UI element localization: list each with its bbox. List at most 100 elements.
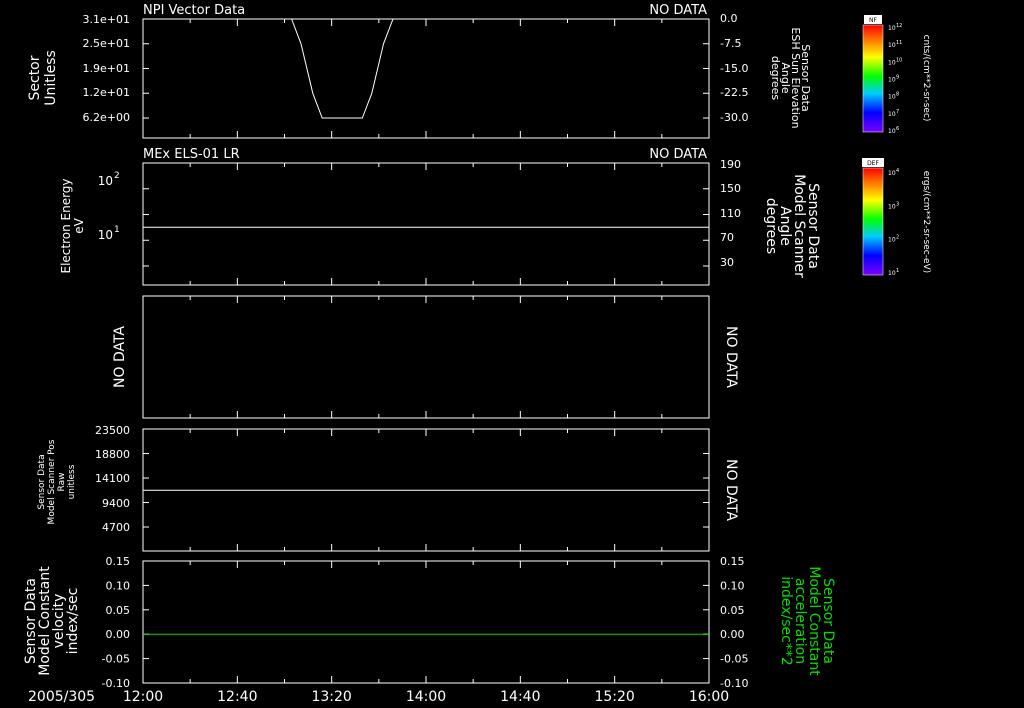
y-tick-label: 3.1e+01 <box>83 13 130 26</box>
y2-tick-label: 110 <box>720 207 741 220</box>
date-label: 2005/305 <box>28 689 95 705</box>
colorbar-tick-base: 10 <box>888 111 896 118</box>
x-tick-label: 13:20 <box>311 689 351 705</box>
y2-axis-label: Sensor Data Model Constant acceleration … <box>778 566 836 676</box>
y-tick-label: 0.15 <box>106 555 131 568</box>
y-tick-label: 14100 <box>95 472 130 485</box>
colorbar-tick-base: 10 <box>888 270 896 277</box>
panel-empty: NO DATA NO DATA <box>112 295 739 419</box>
svg-text:eV: eV <box>72 217 86 233</box>
svg-text:Electron Energy: Electron Energy <box>59 178 73 273</box>
svg-text:index/sec: index/sec <box>65 588 81 655</box>
svg-text:Model Scanner Pos: Model Scanner Pos <box>47 439 57 524</box>
no-data-label: NO DATA <box>723 326 739 388</box>
y2-tick-label: -7.5 <box>720 37 741 50</box>
y-tick-label: 10 <box>98 174 113 188</box>
x-tick-label: 15:20 <box>594 689 634 705</box>
y-axis-right: 190 150 110 70 30 <box>720 158 741 269</box>
y2-tick-label: 190 <box>720 158 741 171</box>
y2-tick-label: 0.0 <box>720 12 738 25</box>
y-axis-right: 0.0 -7.5 -15.0 -22.5 -30.0 <box>720 12 748 124</box>
colorbar <box>862 24 884 133</box>
plot-frame <box>142 295 710 419</box>
svg-text:unitless: unitless <box>67 464 77 499</box>
panel-scanner-pos: 23500 18800 14100 9400 4700 Sensor Data … <box>37 424 739 552</box>
x-tick-label: 14:00 <box>406 689 446 705</box>
colorbar-tick-base: 10 <box>888 237 896 244</box>
y-axis-left: 3.1e+01 2.5e+01 1.9e+01 1.2e+01 6.2e+00 <box>83 13 130 124</box>
colorbar-tick-exp: 12 <box>896 23 902 29</box>
x-tick-label: 12:40 <box>217 689 257 705</box>
y-tick-label: 0.05 <box>106 604 131 617</box>
colorbar-tick-base: 10 <box>888 128 896 135</box>
no-data-label: NO DATA <box>112 326 128 388</box>
y-tick-label: 1.2e+01 <box>83 86 130 99</box>
colorbar-tick-base: 10 <box>888 94 896 101</box>
colorbar-tick-exp: 7 <box>896 109 899 115</box>
panel-model-constant: 0.150.100.050.00-0.05-0.10 0.150.100.050… <box>23 555 836 690</box>
y-axis-label: Electron Energy eV <box>59 178 86 273</box>
y-axis-left: 23500 18800 14100 9400 4700 <box>95 424 130 534</box>
y-axis-label: Sector Unitless <box>27 50 59 106</box>
axis-ticks <box>142 296 710 418</box>
colorbar-tag: NF <box>869 17 877 24</box>
y-axis-label: Sensor Data Model Constant velocity inde… <box>23 566 81 676</box>
no-data-label: NO DATA <box>649 147 707 162</box>
colorbar-tick-base: 10 <box>888 77 896 84</box>
y2-tick-label: 0.10 <box>720 579 745 592</box>
colorbar-tick-base: 10 <box>888 25 896 32</box>
colorbar-tick-base: 10 <box>888 42 896 49</box>
colorbar-tick-exp: 11 <box>896 40 902 46</box>
x-tick-label: 14:40 <box>500 689 540 705</box>
panel-title: NPI Vector Data <box>143 3 245 18</box>
y-tick-label: -0.05 <box>102 653 130 666</box>
y-tick-label: 10 <box>98 228 113 242</box>
y-tick-label: 2.5e+01 <box>83 37 130 50</box>
colorbar-tag: DEF <box>867 160 879 167</box>
colorbar-units: ergs/(cm**2-sr-sec-eV) <box>921 171 931 273</box>
plot-frame <box>142 162 710 286</box>
colorbar-def: DEF 10 410 310 210 1 ergs/(cm**2-sr-sec-eV) <box>862 158 931 277</box>
svg-text:Sector: Sector <box>27 55 43 100</box>
svg-text:Unitless: Unitless <box>43 50 59 106</box>
x-tick-label: 12:00 <box>123 689 163 705</box>
y2-tick-label: 0.15 <box>720 555 745 568</box>
y-axis-left: 10 2 10 1 <box>98 171 120 242</box>
colorbar-tick-exp: 1 <box>896 268 899 274</box>
plot-frame <box>142 560 710 684</box>
y-tick-exponent: 2 <box>114 171 120 181</box>
axis-ticks <box>142 162 710 285</box>
svg-text:degrees: degrees <box>769 56 782 101</box>
colorbar-tick-exp: 6 <box>896 126 899 132</box>
y2-tick-label: 70 <box>720 231 734 244</box>
colorbar-tick-exp: 9 <box>896 75 899 81</box>
y-axis-left: 0.150.100.050.00-0.05-0.10 <box>102 555 130 690</box>
data-line <box>291 18 394 119</box>
colorbar-units: cnts/(cm**2-sr-sec) <box>921 35 931 122</box>
y2-axis-label: Sensor Data Model Scanner Angle degrees <box>763 174 821 278</box>
y2-tick-label: 150 <box>720 182 741 195</box>
y-tick-label: 4700 <box>102 521 130 534</box>
colorbar-tick-base: 10 <box>888 170 896 177</box>
figure: NPI Vector Data NO DATA 3.1e+01 2.5e+01 … <box>23 3 931 705</box>
colorbar-ticks: 10 410 310 210 1 <box>888 168 899 277</box>
y-axis-label: Sensor Data Model Scanner Pos Raw unitle… <box>37 439 77 524</box>
x-tick-labels: 12:00 12:40 13:20 14:00 14:40 15:20 16:00 <box>123 689 729 705</box>
y2-tick-label: 0.00 <box>720 628 745 641</box>
x-tick-label: 16:00 <box>689 689 729 705</box>
y-tick-label: 9400 <box>102 497 130 510</box>
time-axis: 2005/305 12:00 12:40 13:20 14:00 14:40 15:20 1… <box>28 689 729 705</box>
y-tick-label: 23500 <box>95 424 130 437</box>
y2-tick-label: -15.0 <box>720 62 748 75</box>
panel-title: MEx ELS-01 LR <box>143 147 240 162</box>
svg-text:Sensor Data: Sensor Data <box>37 454 47 509</box>
y2-tick-label: -22.5 <box>720 86 748 99</box>
y2-tick-label: -30.0 <box>720 111 748 124</box>
y2-axis-label: Sensor Data ESH Sun Elevation Angle degr… <box>769 27 812 128</box>
y-tick-exponent: 1 <box>114 225 120 235</box>
colorbar-tick-exp: 8 <box>896 92 899 98</box>
y-tick-label: 18800 <box>95 448 130 461</box>
panel-mex-els: MEx ELS-01 LR NO DATA 10 2 10 1 Electron… <box>59 147 821 286</box>
svg-text:degrees: degrees <box>763 198 779 254</box>
y-tick-label: 0.00 <box>106 628 131 641</box>
